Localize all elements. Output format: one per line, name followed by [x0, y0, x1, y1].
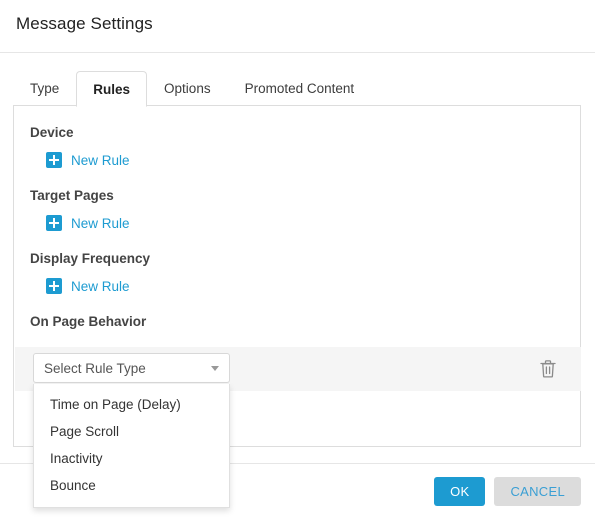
new-rule-display-frequency-button[interactable]: New Rule — [46, 278, 130, 294]
tab-type-label: Type — [30, 81, 60, 96]
section-title-on-page-behavior: On Page Behavior — [30, 314, 147, 329]
tab-rules[interactable]: Rules — [76, 71, 148, 107]
plus-icon — [46, 215, 62, 231]
tab-promoted-content[interactable]: Promoted Content — [228, 71, 372, 106]
cancel-button[interactable]: CANCEL — [494, 477, 581, 506]
chevron-down-icon — [211, 365, 219, 371]
plus-icon — [46, 152, 62, 168]
dropdown-option-time-on-page[interactable]: Time on Page (Delay) — [34, 391, 229, 418]
tab-options-label: Options — [164, 81, 211, 96]
dialog-footer: OK CANCEL — [434, 477, 581, 506]
select-rule-type[interactable]: Select Rule Type — [33, 353, 230, 383]
page-title: Message Settings — [16, 14, 153, 33]
plus-icon — [46, 278, 62, 294]
tab-promoted-content-label: Promoted Content — [244, 81, 355, 96]
select-rule-type-value: Select Rule Type — [44, 360, 146, 376]
tab-rules-label: Rules — [93, 81, 131, 97]
tab-type[interactable]: Type — [13, 71, 76, 106]
new-rule-device-label: New Rule — [71, 152, 130, 168]
title-divider — [0, 52, 595, 53]
new-rule-display-frequency-label: New Rule — [71, 278, 130, 294]
trash-icon[interactable] — [539, 358, 557, 379]
new-rule-target-pages-button[interactable]: New Rule — [46, 215, 130, 231]
section-title-target-pages: Target Pages — [30, 188, 114, 203]
dropdown-option-inactivity[interactable]: Inactivity — [34, 445, 229, 472]
rule-type-dropdown: Time on Page (Delay) Page Scroll Inactiv… — [33, 384, 230, 508]
section-title-device: Device — [30, 125, 74, 140]
dropdown-option-page-scroll[interactable]: Page Scroll — [34, 418, 229, 445]
new-rule-device-button[interactable]: New Rule — [46, 152, 130, 168]
ok-button[interactable]: OK — [434, 477, 486, 506]
dropdown-option-bounce[interactable]: Bounce — [34, 472, 229, 499]
tab-bar: Type Rules Options Promoted Content — [13, 71, 372, 107]
tab-options[interactable]: Options — [147, 71, 228, 106]
section-title-display-frequency: Display Frequency — [30, 251, 151, 266]
new-rule-target-pages-label: New Rule — [71, 215, 130, 231]
